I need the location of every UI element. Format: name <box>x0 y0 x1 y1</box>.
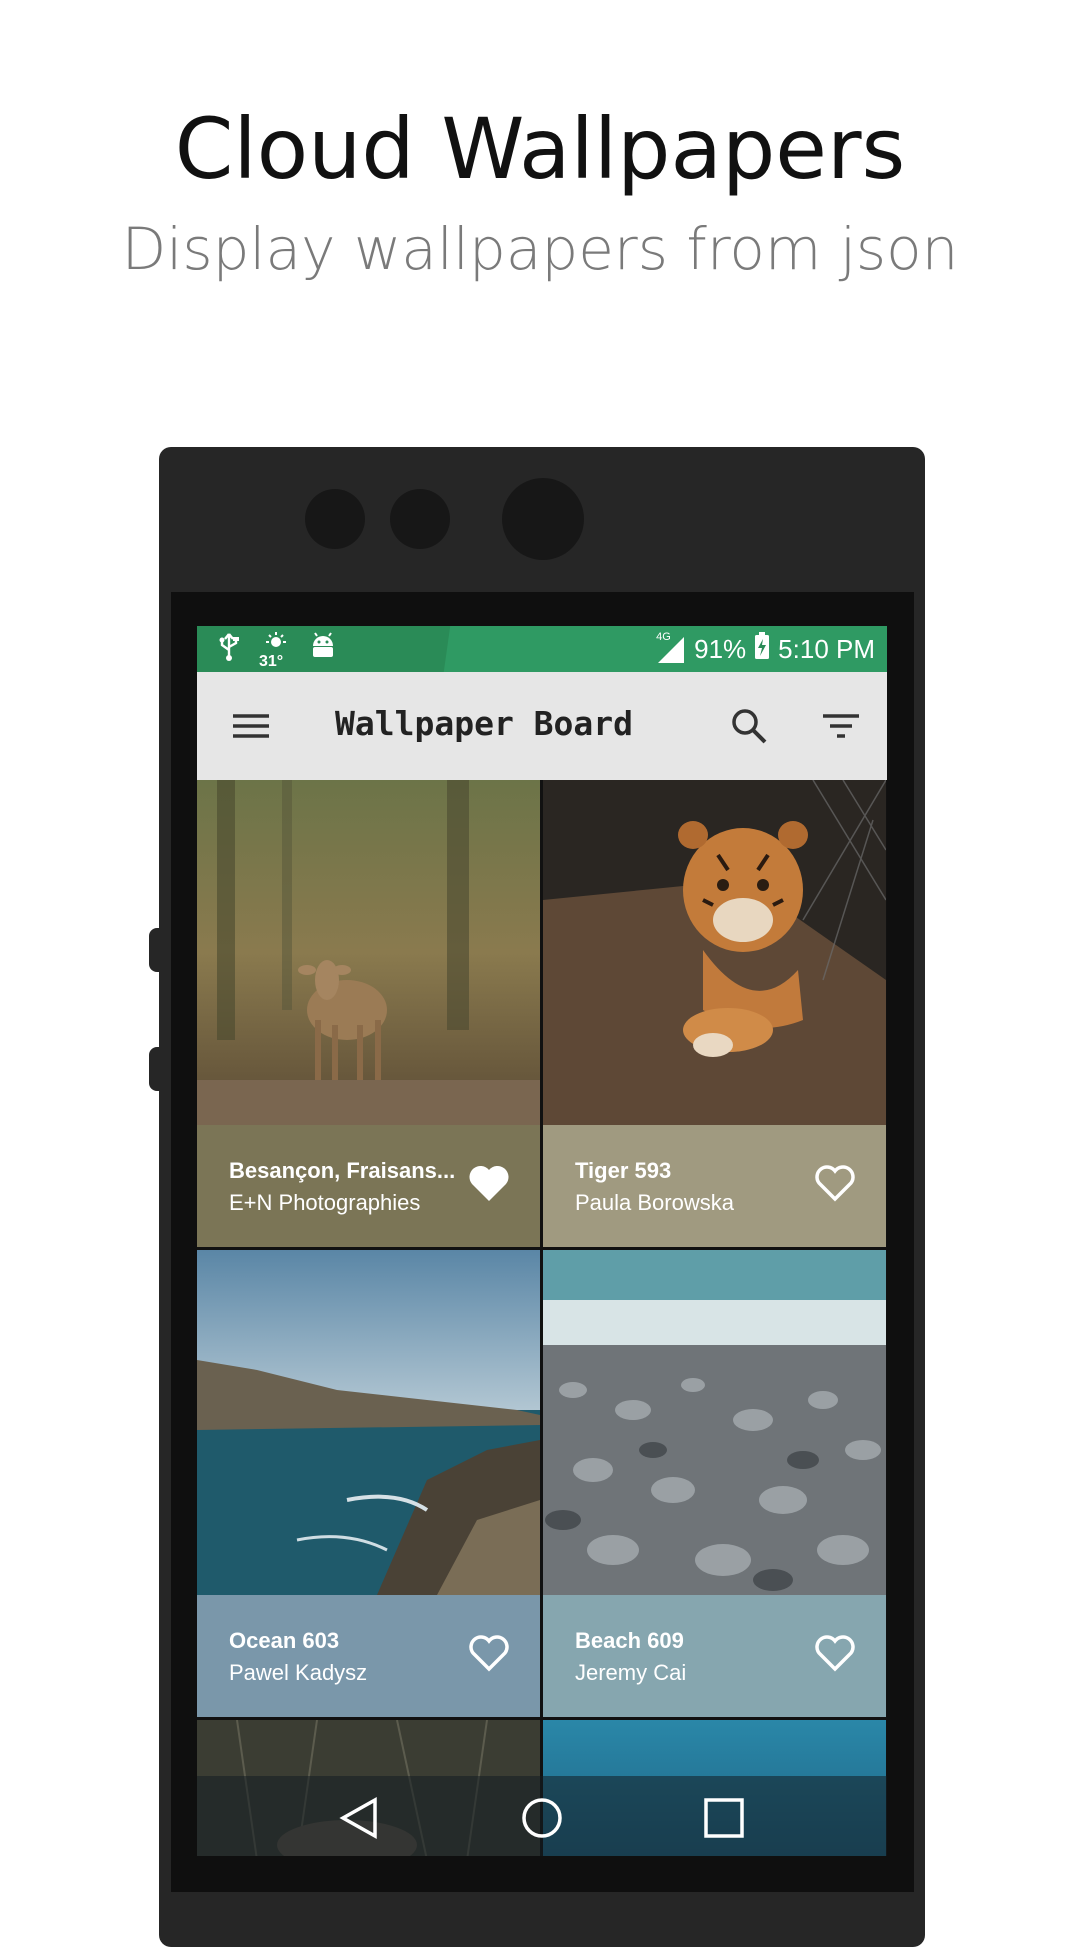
weather-icon: 31° <box>259 632 293 670</box>
wallpaper-image-beach[interactable] <box>543 1250 886 1595</box>
wallpaper-card[interactable]: Besançon, Fraisans... E+N Photographies <box>197 780 540 1247</box>
wallpaper-author: Pawel Kadysz <box>229 1660 368 1685</box>
wallpaper-caption: Beach 609 Jeremy Cai <box>543 1595 886 1717</box>
app-toolbar: Wallpaper Board <box>197 672 887 780</box>
status-bar: 31° 4G 91% 5:10 PM <box>197 626 887 672</box>
wallpaper-card[interactable]: Tiger 593 Paula Borowska <box>543 780 886 1247</box>
wallpaper-image-ocean[interactable] <box>197 1250 540 1595</box>
favorite-outline-icon[interactable] <box>813 1633 857 1673</box>
phone-screen: 31° 4G 91% 5:10 PM Wallpaper Board Besan… <box>197 626 887 1856</box>
menu-icon[interactable] <box>227 702 275 750</box>
network-label: 4G <box>656 630 671 643</box>
filter-icon[interactable] <box>817 702 865 750</box>
navigation-bar <box>197 1776 887 1856</box>
usb-icon <box>215 632 243 664</box>
wallpaper-caption: Tiger 593 Paula Borowska <box>543 1125 886 1247</box>
clock: 5:10 PM <box>778 634 875 664</box>
search-icon[interactable] <box>725 702 773 750</box>
sensor-icon <box>390 489 450 549</box>
wallpaper-card[interactable]: Beach 609 Jeremy Cai <box>543 1250 886 1717</box>
app-title: Wallpaper Board <box>335 704 634 743</box>
wallpaper-card[interactable]: Ocean 603 Pawel Kadysz <box>197 1250 540 1717</box>
favorite-outline-icon[interactable] <box>813 1163 857 1203</box>
wallpaper-author: Paula Borowska <box>575 1190 734 1215</box>
favorite-outline-icon[interactable] <box>467 1633 511 1673</box>
wallpaper-author: Jeremy Cai <box>575 1660 687 1685</box>
volume-button <box>149 928 163 972</box>
speaker-icon <box>305 489 365 549</box>
home-icon[interactable] <box>520 1796 564 1840</box>
power-button <box>149 1047 163 1091</box>
recents-icon[interactable] <box>702 1796 746 1840</box>
wallpaper-author: E+N Photographies <box>229 1190 421 1215</box>
back-icon[interactable] <box>337 1796 381 1840</box>
wallpaper-title: Ocean 603 <box>229 1628 340 1653</box>
android-icon <box>309 632 337 664</box>
wallpaper-image-tiger[interactable] <box>543 780 886 1125</box>
signal-icon: 4G <box>656 631 686 665</box>
wallpaper-caption: Ocean 603 Pawel Kadysz <box>197 1595 540 1717</box>
wallpaper-caption: Besançon, Fraisans... E+N Photographies <box>197 1125 540 1247</box>
battery-percent: 91% <box>694 634 747 664</box>
wallpaper-title: Tiger 593 <box>575 1158 672 1183</box>
promo-subtitle: Display wallpapers from json <box>121 215 959 283</box>
temperature-label: 31° <box>259 653 284 670</box>
wallpaper-title: Besançon, Fraisans... <box>229 1158 456 1183</box>
battery-icon <box>754 632 770 667</box>
wallpaper-image-deer[interactable] <box>197 780 540 1125</box>
wallpaper-title: Beach 609 <box>575 1628 684 1653</box>
promo-title: Cloud Wallpapers <box>174 100 906 198</box>
favorite-filled-icon[interactable] <box>467 1163 511 1203</box>
camera-icon <box>502 478 584 560</box>
